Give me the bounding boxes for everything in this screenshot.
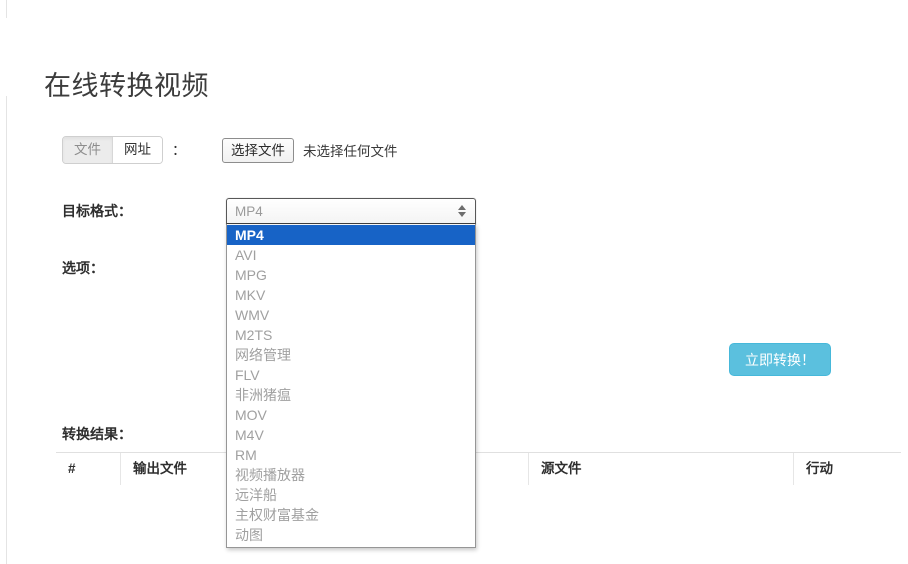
option-item[interactable]: MOV xyxy=(227,405,475,425)
option-item[interactable]: M4V xyxy=(227,425,475,445)
target-format-selected-value: MP4 xyxy=(235,203,263,219)
option-item[interactable]: FLV xyxy=(227,365,475,385)
option-item[interactable]: MPG xyxy=(227,265,475,285)
option-item[interactable]: AVI xyxy=(227,245,475,265)
page-left-rule xyxy=(6,96,7,564)
option-item[interactable]: M2TS xyxy=(227,325,475,345)
page-title: 在线转换视频 xyxy=(44,71,209,102)
choose-file-button[interactable]: 选择文件 xyxy=(222,137,294,163)
tab-file[interactable]: 文件 xyxy=(63,137,112,163)
tab-url[interactable]: 网址 xyxy=(112,137,162,163)
option-item[interactable]: 视频播放器 xyxy=(227,465,475,485)
column-header-action: 行动 xyxy=(793,453,901,485)
column-header-index: # xyxy=(68,461,76,476)
table-header-row: # 输出文件 源文件 行动 xyxy=(56,453,901,485)
target-format-select[interactable]: MP4 MP4 AVI MPG MKV WMV M2TS 网络管理 FLV 非洲… xyxy=(226,198,476,548)
results-table: # 输出文件 源文件 行动 xyxy=(56,452,901,485)
source-type-row: 文件 网址 ： xyxy=(62,136,186,164)
results-label: 转换结果： xyxy=(62,426,132,442)
option-item[interactable]: 网络管理 xyxy=(227,345,475,365)
option-item[interactable]: 非洲猪瘟 xyxy=(227,385,475,405)
page-left-rule-top xyxy=(6,0,7,18)
option-item[interactable]: MKV xyxy=(227,285,475,305)
chevron-updown-icon[interactable] xyxy=(457,205,467,217)
option-item[interactable]: MP4 xyxy=(227,225,475,245)
column-header-source-file: 源文件 xyxy=(528,453,793,485)
target-format-option-list[interactable]: MP4 AVI MPG MKV WMV M2TS 网络管理 FLV 非洲猪瘟 M… xyxy=(226,224,476,548)
target-format-label: 目标格式： xyxy=(62,203,132,219)
option-item[interactable]: RM xyxy=(227,445,475,465)
convert-now-button[interactable]: 立即转换！ xyxy=(729,343,831,376)
source-type-button-group[interactable]: 文件 网址 xyxy=(62,136,163,164)
file-status-text: 未选择任何文件 xyxy=(303,144,398,159)
file-picker: 选择文件 未选择任何文件 xyxy=(222,136,398,164)
option-item[interactable]: WMV xyxy=(227,305,475,325)
option-item[interactable]: 主权财富基金 xyxy=(227,505,475,525)
options-label: 选项： xyxy=(62,260,104,276)
target-format-select-box[interactable]: MP4 xyxy=(226,198,476,224)
option-item[interactable]: 远洋船 xyxy=(227,485,475,505)
option-item[interactable]: 动图 xyxy=(227,525,475,545)
source-row-separator: ： xyxy=(172,142,186,158)
